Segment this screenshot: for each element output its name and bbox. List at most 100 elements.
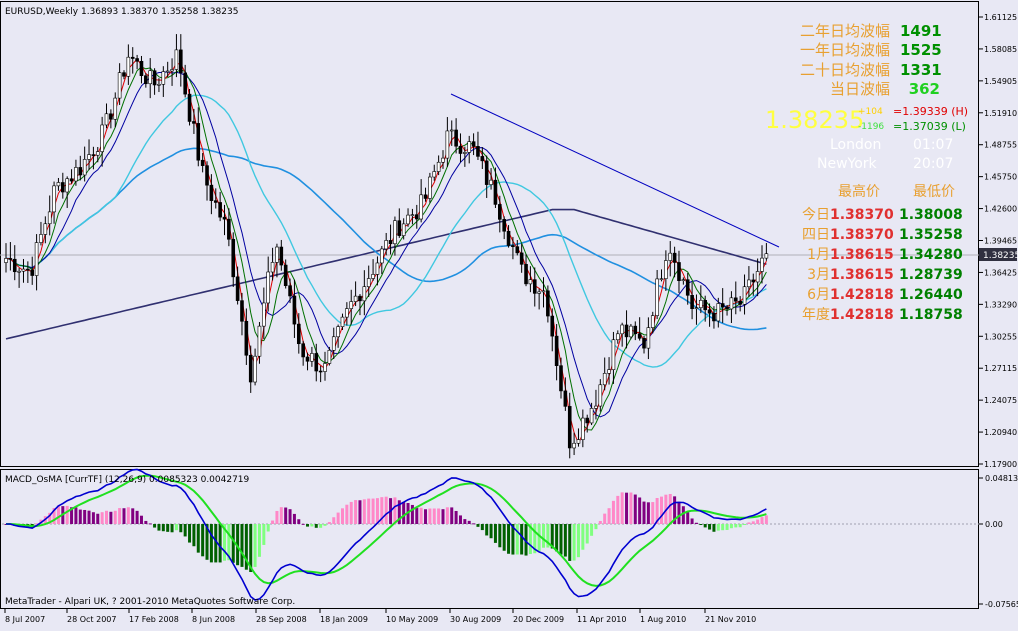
osma-bar <box>179 524 183 533</box>
session-newyork-time: 20:07 <box>913 156 953 172</box>
osma-bar <box>144 520 148 524</box>
osma-bar <box>279 507 283 524</box>
osma-bar <box>393 497 397 524</box>
osma-bar <box>384 496 388 524</box>
range-row: 1月 1.38615 1.34280 <box>807 247 963 263</box>
osma-bar <box>542 524 546 548</box>
time-tick-label: 20 Dec 2009 <box>513 615 564 624</box>
low-text: =1.37039 (L) <box>893 120 966 133</box>
price-tick-label: 1.48755 <box>984 141 1017 150</box>
time-tick-label: 17 Feb 2008 <box>129 615 179 624</box>
osma-bar <box>458 515 462 524</box>
osma-bar <box>100 512 104 524</box>
macd-tick-label: 0.048133 <box>985 474 1018 483</box>
range-low: 1.38008 <box>899 207 963 223</box>
range-row: 3月 1.38615 1.28739 <box>807 267 963 283</box>
osma-bar <box>336 512 340 524</box>
chart-canvas[interactable]: 1.61125 1.58085 1.54905 1.51910 1.48755 1.457… <box>0 0 1018 627</box>
osma-bar <box>598 520 602 524</box>
osma-bar <box>56 505 60 524</box>
osma-bar <box>743 524 747 525</box>
osma-bar <box>660 496 663 524</box>
price-tick-label: 1.36425 <box>984 268 1017 277</box>
osma-bar <box>74 507 78 524</box>
osma-bar <box>764 515 768 524</box>
osma-bar <box>502 524 506 551</box>
range-row: 今日 1.38370 1.38008 <box>802 207 963 223</box>
current-price-tag: 1.38235 <box>979 248 1018 261</box>
price-tick-label: 1.54905 <box>984 77 1017 86</box>
osma-bar <box>327 522 331 524</box>
osma-bar <box>677 501 681 524</box>
osma-bar <box>454 510 458 524</box>
osma-bar <box>87 510 91 524</box>
osma-bar <box>472 523 476 525</box>
range-high: 1.38615 <box>830 267 894 283</box>
vol-label-1y: 一年日均波幅 <box>800 41 890 59</box>
osma-bar <box>445 507 449 524</box>
range-label: 今日 <box>802 207 830 223</box>
osma-bar <box>686 512 690 524</box>
osma-bar <box>607 508 611 524</box>
small-up: +104 <box>858 107 883 117</box>
osma-bar <box>611 500 615 524</box>
osma-bar <box>520 524 524 555</box>
osma-bar <box>708 524 712 530</box>
price-tick-label: 1.39465 <box>984 237 1017 246</box>
osma-bar <box>266 524 270 532</box>
osma-bar <box>603 513 607 524</box>
osma-bar <box>297 519 301 524</box>
osma-bar <box>568 524 572 561</box>
osma-bar <box>489 524 493 539</box>
osma-bar <box>751 521 755 524</box>
osma-bar <box>712 524 716 532</box>
osma-bar <box>699 524 703 525</box>
osma-bar <box>170 524 174 533</box>
price-tick-label: 1.42600 <box>984 205 1017 214</box>
osma-bar <box>721 524 725 531</box>
osma-bar <box>345 504 349 524</box>
osma-bar <box>174 524 178 531</box>
range-label: 四日 <box>802 227 830 243</box>
osma-bar <box>122 508 126 524</box>
osma-bar <box>109 511 113 524</box>
osma-bar <box>306 524 310 527</box>
osma-bar <box>760 517 764 524</box>
time-tick-label: 11 Apr 2010 <box>577 615 626 624</box>
osma-bar <box>153 524 157 528</box>
range-high: 1.38370 <box>830 207 894 223</box>
copyright: MetaTrader - Alpari UK, ? 2001-2010 Meta… <box>5 597 295 607</box>
osma-bar <box>196 524 200 553</box>
osma-bar <box>135 510 139 524</box>
price-tick-label: 1.33290 <box>984 300 1017 309</box>
osma-bar <box>738 524 742 528</box>
osma-bar <box>166 524 170 532</box>
osma-bar <box>590 524 594 536</box>
osma-bar <box>629 492 633 524</box>
time-tick-label: 30 Aug 2009 <box>450 615 501 624</box>
osma-bar <box>131 508 135 524</box>
osma-bar <box>507 524 511 554</box>
header-low: 最低价 <box>913 184 955 200</box>
osma-bar <box>402 501 406 524</box>
osma-bar <box>126 507 130 524</box>
osma-bar <box>65 505 69 524</box>
osma-bar <box>375 498 379 524</box>
vol-label-2y: 二年日均波幅 <box>800 22 890 40</box>
osma-bar <box>148 523 152 525</box>
osma-bar <box>113 510 117 524</box>
osma-bar <box>314 524 318 528</box>
osma-bar <box>747 522 751 524</box>
osma-bar <box>83 509 87 524</box>
price-tick-label: 1.45750 <box>984 173 1017 182</box>
candle <box>629 323 633 340</box>
range-low: 1.26440 <box>899 287 963 303</box>
price-tick-label: 1.51910 <box>984 109 1017 118</box>
vol-value-today: 362 <box>909 80 940 98</box>
session-london-city: London <box>830 137 881 153</box>
osma-bar <box>694 522 698 524</box>
macd-tick-label: 0.00 <box>985 520 1003 529</box>
current-price-tag-text: 1.38235 <box>983 251 1018 261</box>
osma-bar <box>310 524 314 527</box>
osma-bar <box>498 524 502 548</box>
